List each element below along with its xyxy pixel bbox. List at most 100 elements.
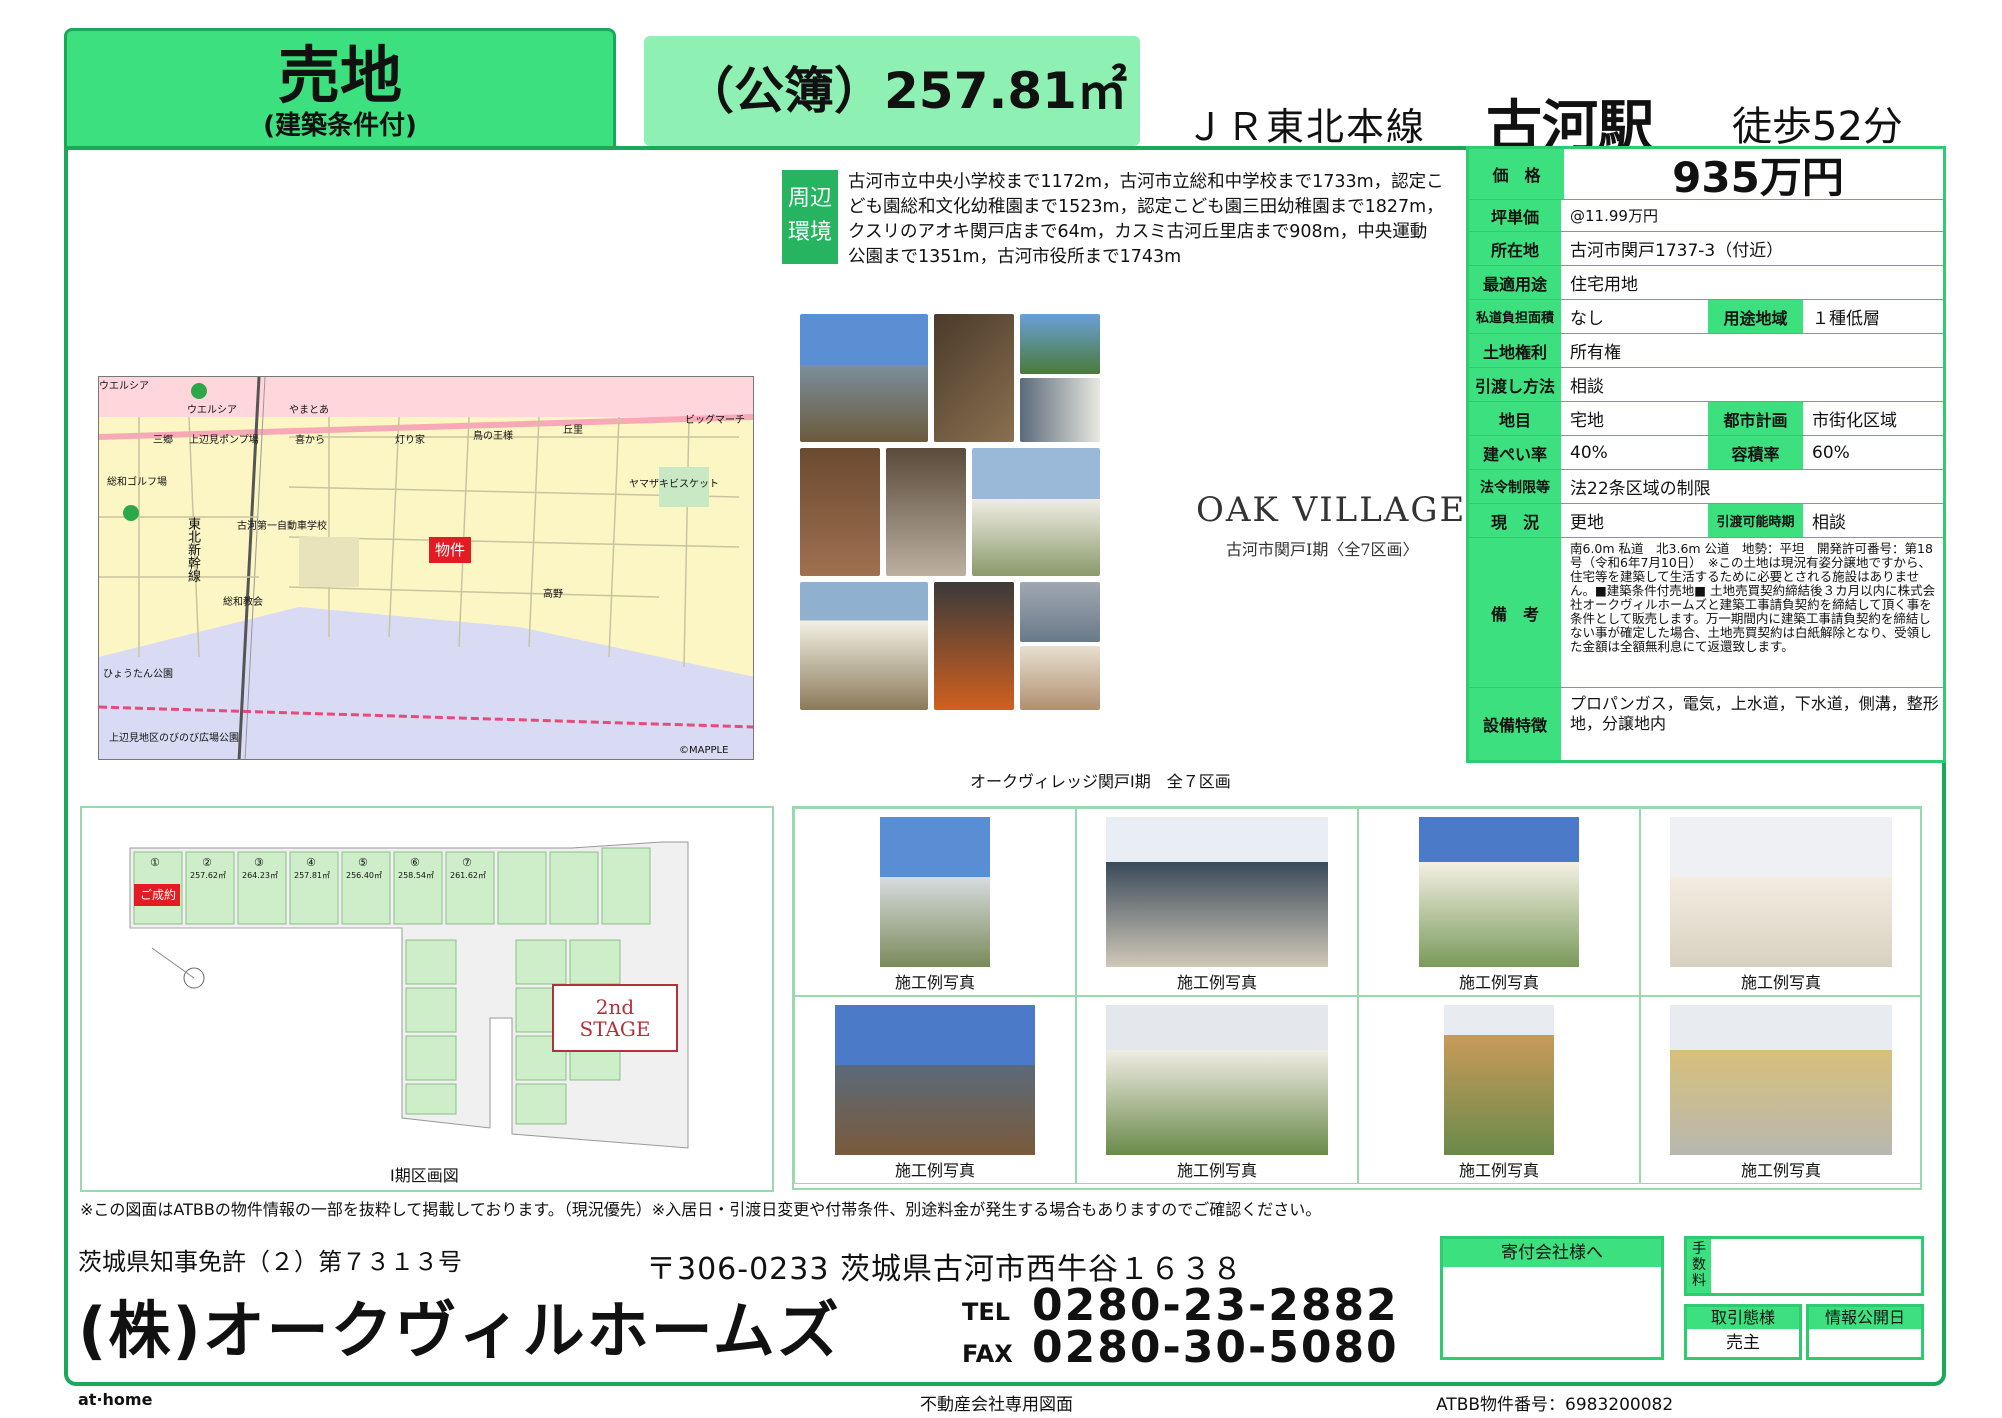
oak-village-caption: オークヴィレッジ関戸Ⅰ期 全７区画 <box>970 772 1231 791</box>
category-value: 宅地 <box>1562 402 1708 435</box>
note-label: 備 考 <box>1469 538 1562 687</box>
example-1: 施工例写真 <box>794 808 1076 996</box>
right-row: 土地権利 所有権 <box>1469 334 1943 368</box>
publish-date-box: 情報公開日 <box>1806 1304 1924 1360</box>
fee-label: 手数料 <box>1687 1239 1711 1293</box>
bcr-label: 建ぺい率 <box>1469 436 1562 469</box>
example-4: 施工例写真 <box>1640 808 1922 996</box>
example-2: 施工例写真 <box>1076 808 1358 996</box>
note-row: 備 考 南6.0m 私道 北3.6m 公道 地勢：平坦 開発許可番号：第18号（… <box>1469 538 1943 688</box>
fee-box: 手数料 <box>1684 1236 1924 1296</box>
deal-type-label: 取引態様 <box>1687 1307 1799 1329</box>
lot-4: ④ <box>306 856 316 869</box>
equipment-label: 設備特徴 <box>1469 688 1562 760</box>
zone-value: １種低層 <box>1804 300 1943 333</box>
map-label-16: ひょうたん公園 <box>103 669 173 680</box>
map-label-12: 古河第一自動車学校 <box>237 521 327 532</box>
delivery-time-value: 相談 <box>1804 504 1943 537</box>
oak-village-logo: OAK VILLAGE <box>1196 490 1467 530</box>
info-body: 坪単価 @11.99万円 所在地 古河市関戸1737-3（付近） 最適用途 住宅… <box>1466 200 1946 763</box>
athome-logo: at·home <box>78 1390 153 1409</box>
map-label-5: 喜から <box>295 435 325 446</box>
example-photo-2 <box>1106 817 1328 967</box>
lot-7: ⑦ <box>462 856 472 869</box>
collage-photo-11 <box>1020 646 1100 710</box>
lot-5-area: 256.40㎡ <box>346 871 382 880</box>
city-plan-value: 市街化区域 <box>1804 402 1943 435</box>
example-photos: 施工例写真 施工例写真 施工例写真 施工例写真 施工例写真 施工例写真 施工例写… <box>792 806 1922 1190</box>
env-text: 古河市立中央小学校まで1172m，古河市立総和中学校まで1733m，認定こども園… <box>848 172 1444 267</box>
delivery-time-label: 引渡可能時期 <box>1708 504 1804 537</box>
lot-4-area: 257.81㎡ <box>294 871 330 880</box>
right-value: 所有権 <box>1562 334 1943 367</box>
lot-3: ③ <box>254 856 264 869</box>
lot-7-area: 261.62㎡ <box>450 871 486 880</box>
far-value: 60% <box>1804 436 1943 469</box>
map-label-10: 総和ゴルフ場 <box>107 477 167 488</box>
map-label-2: やまとあ <box>289 405 329 416</box>
example-6: 施工例写真 <box>1076 996 1358 1184</box>
zone-label: 用途地域 <box>1708 300 1804 333</box>
far-label: 容積率 <box>1708 436 1804 469</box>
collage-photo-3 <box>1020 314 1100 374</box>
lot-3-area: 264.23㎡ <box>242 871 278 880</box>
area-map: 物件 ウエルシア ウエルシア やまとあ 三郷 上辺見ポンプ場 喜から 灯り家 鳥… <box>98 376 754 760</box>
law-row: 法令制限等 法22条区域の制限 <box>1469 470 1943 504</box>
example-caption-4: 施工例写真 <box>1740 973 1821 992</box>
map-label-7: 鳥の王様 <box>473 431 513 442</box>
example-photo-1 <box>880 817 990 967</box>
deal-type-value: 売主 <box>1726 1333 1760 1353</box>
map-label-14: 総和教会 <box>223 597 263 608</box>
fax-line: FAX 0280-30-5080 <box>962 1322 1399 1373</box>
fax-number: 0280-30-5080 <box>1032 1322 1399 1373</box>
map-label-8: 丘里 <box>563 425 583 436</box>
collage-photo-10 <box>1020 582 1100 642</box>
example-caption-8: 施工例写真 <box>1740 1161 1821 1180</box>
use-label: 最適用途 <box>1469 266 1562 299</box>
example-caption-2: 施工例写真 <box>1176 973 1257 992</box>
deliver-label: 引渡し方法 <box>1469 368 1562 401</box>
property-type: 売地 <box>277 39 402 112</box>
location-row: 所在地 古河市関戸1737-3（付近） <box>1469 232 1943 266</box>
deliver-value: 相談 <box>1562 368 1943 401</box>
road-zone-row: 私道負担面積 なし 用途地域 １種低層 <box>1469 300 1943 334</box>
company-name: (株)オークヴィルホームズ <box>78 1294 841 1367</box>
example-caption-1: 施工例写真 <box>894 973 975 992</box>
lot-5: ⑤ <box>358 856 368 869</box>
example-caption-7: 施工例写真 <box>1458 1161 1539 1180</box>
lot-2: ② <box>202 856 212 869</box>
license-number: 茨城県知事免許（２）第７３１３号 <box>78 1248 462 1276</box>
right-label: 土地権利 <box>1469 334 1562 367</box>
example-caption-5: 施工例写真 <box>894 1161 975 1180</box>
road-label: 私道負担面積 <box>1469 300 1562 333</box>
plan-caption: Ⅰ期区画図 <box>390 1166 459 1185</box>
collage-photo-7 <box>972 448 1100 576</box>
law-value: 法22条区域の制限 <box>1562 470 1943 503</box>
map-copyright: ©MAPPLE <box>679 745 729 756</box>
lot-2-area: 257.62㎡ <box>190 871 226 880</box>
collage-photo-4 <box>1020 378 1100 442</box>
publish-date-label: 情報公開日 <box>1809 1307 1921 1329</box>
unit-price-label: 坪単価 <box>1469 200 1562 231</box>
map-label-6: 灯り家 <box>395 435 425 446</box>
unit-price-value: @11.99万円 <box>1562 200 1943 231</box>
example-8: 施工例写真 <box>1640 996 1922 1184</box>
map-label-15: 高野 <box>543 589 563 600</box>
oak-village-collage <box>800 314 1136 710</box>
example-caption-3: 施工例写真 <box>1458 973 1539 992</box>
map-label-9: ビッグマーチ <box>685 415 745 426</box>
lot-1: ① <box>150 856 160 869</box>
example-7: 施工例写真 <box>1358 996 1640 1184</box>
property-type-badge: 売地 (建築条件付) <box>64 28 616 148</box>
status-label: 現 況 <box>1469 504 1562 537</box>
collage-photo-5 <box>800 448 880 576</box>
category-label: 地目 <box>1469 402 1562 435</box>
sender-label: 寄付会社様へ <box>1443 1239 1661 1267</box>
map-label-13: 東北新幹線 <box>185 517 200 582</box>
price-value: 935万円 <box>1565 149 1943 202</box>
price-row: 価 格 935万円 <box>1466 146 1946 202</box>
lot-6: ⑥ <box>410 856 420 869</box>
deliver-row: 引渡し方法 相談 <box>1469 368 1943 402</box>
city-plan-label: 都市計画 <box>1708 402 1804 435</box>
collage-photo-8 <box>800 582 928 710</box>
